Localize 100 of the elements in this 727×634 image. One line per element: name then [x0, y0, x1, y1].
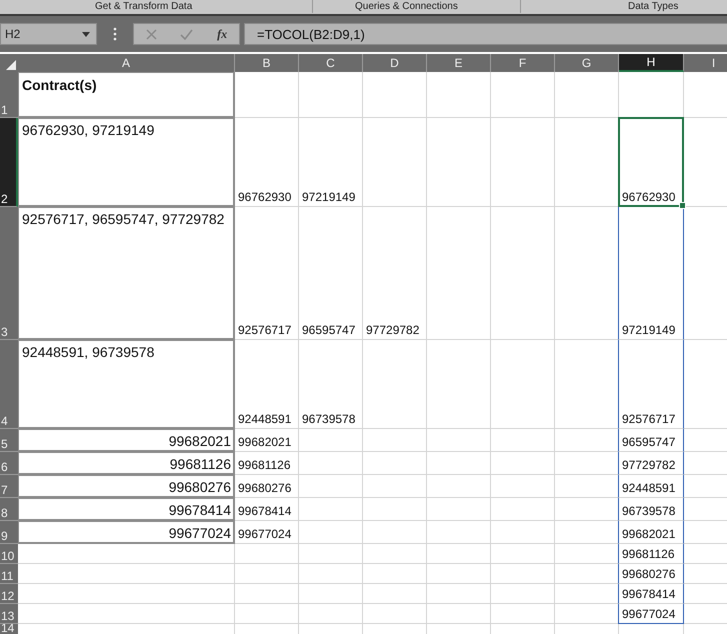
- select-all-icon[interactable]: [6, 60, 16, 70]
- table-cell: Contract(s): [18, 72, 235, 118]
- row-header[interactable]: 11: [0, 564, 18, 584]
- table-cell: 99682021: [235, 429, 299, 452]
- table-cell: 96595747: [618, 429, 684, 452]
- column-header[interactable]: B: [235, 54, 299, 72]
- column-header[interactable]: G: [555, 54, 619, 72]
- table-cell: 97729782: [618, 452, 684, 475]
- table-cell: [427, 564, 491, 584]
- table-cell: 92448591: [235, 340, 299, 429]
- row-header[interactable]: 13: [0, 604, 18, 624]
- ribbon-group-label: Queries & Connections: [355, 0, 458, 13]
- table-cell: [427, 475, 491, 498]
- table-cell: [427, 429, 491, 452]
- column-header[interactable]: I: [684, 54, 727, 72]
- table-cell: [299, 72, 363, 118]
- table-cell: 99680276: [18, 475, 235, 498]
- row-header[interactable]: 1: [0, 72, 18, 118]
- row-header[interactable]: 6: [0, 452, 18, 475]
- table-cell: [555, 72, 619, 118]
- table-cell: 96762930: [235, 118, 299, 207]
- table-cell: 99677024: [18, 521, 235, 544]
- table-cell: 99681126: [235, 452, 299, 475]
- row-header[interactable]: 8: [0, 498, 18, 521]
- column-header[interactable]: A: [18, 54, 235, 72]
- table-cell: [363, 72, 427, 118]
- row-header[interactable]: 9: [0, 521, 18, 544]
- table-cell: 96762930, 97219149: [18, 118, 235, 207]
- table-cell: [491, 72, 555, 118]
- row-header[interactable]: 4: [0, 340, 18, 429]
- table-cell: [299, 452, 363, 475]
- table-cell: [299, 521, 363, 544]
- insert-function-button[interactable]: fx: [217, 26, 228, 42]
- table-cell: 99682021: [618, 521, 684, 544]
- table-cell: [363, 498, 427, 521]
- table-cell: [491, 498, 555, 521]
- table-cell: [491, 429, 555, 452]
- table-cell: [491, 544, 555, 564]
- column-header[interactable]: D: [363, 54, 427, 72]
- row-header[interactable]: 2: [0, 118, 18, 207]
- table-cell: 99677024: [235, 521, 299, 544]
- table-cell: [427, 72, 491, 118]
- caret-icon[interactable]: [82, 32, 90, 36]
- column-header[interactable]: E: [427, 54, 491, 72]
- check-icon[interactable]: [180, 28, 194, 40]
- table-cell: 99682021: [18, 429, 235, 452]
- table-cell: [299, 498, 363, 521]
- row-header[interactable]: 12: [0, 584, 18, 604]
- table-cell: [235, 584, 299, 604]
- table-cell: 99680276: [235, 475, 299, 498]
- table-cell: [299, 544, 363, 564]
- table-cell: [363, 429, 427, 452]
- row-header[interactable]: 14: [0, 624, 18, 634]
- table-cell: 92576717, 96595747, 97729782: [18, 207, 235, 340]
- table-cell: [427, 498, 491, 521]
- table-cell: 99677024: [618, 604, 684, 624]
- table-cell: [299, 564, 363, 584]
- table-cell: 92576717: [235, 207, 299, 340]
- table-cell: 97219149: [299, 118, 363, 207]
- table-cell: [427, 584, 491, 604]
- table-cell: 99678414: [18, 498, 235, 521]
- table-cell: [299, 475, 363, 498]
- table-cell: [427, 544, 491, 564]
- table-cell: 92448591, 96739578: [18, 340, 235, 429]
- table-cell: [491, 452, 555, 475]
- row-header[interactable]: 10: [0, 544, 18, 564]
- table-cell: [491, 521, 555, 544]
- table-cell: [235, 564, 299, 584]
- table-cell: [235, 72, 299, 118]
- table-cell: [363, 475, 427, 498]
- table-cell: [491, 475, 555, 498]
- table-cell: [363, 584, 427, 604]
- row-header[interactable]: 5: [0, 429, 18, 452]
- formula-field[interactable]: =TOCOL(B2:D9,1): [244, 23, 727, 45]
- table-cell: [363, 452, 427, 475]
- table-cell: 99678414: [618, 584, 684, 604]
- column-header[interactable]: F: [491, 54, 555, 72]
- table-cell: 99681126: [618, 544, 684, 564]
- table-cell: 96595747: [299, 207, 363, 340]
- table-cell: [427, 452, 491, 475]
- name-box[interactable]: H2: [0, 23, 97, 45]
- table-cell: 92576717: [618, 340, 684, 429]
- table-cell: [427, 521, 491, 544]
- table-cell: [491, 564, 555, 584]
- table-cell: 99680276: [618, 564, 684, 584]
- table-cell: [235, 544, 299, 564]
- table-cell: 92448591: [618, 475, 684, 498]
- table-cell: 97729782: [363, 207, 427, 340]
- row-header[interactable]: 7: [0, 475, 18, 498]
- table-cell: [491, 584, 555, 604]
- table-cell: 97219149: [618, 207, 684, 340]
- table-cell: 96739578: [618, 498, 684, 521]
- column-header[interactable]: H: [619, 54, 684, 72]
- row-header[interactable]: 3: [0, 207, 18, 340]
- table-cell: 99681126: [18, 452, 235, 475]
- ribbon-group-label: Data Types: [628, 0, 678, 13]
- column-header[interactable]: C: [299, 54, 363, 72]
- table-cell: [299, 584, 363, 604]
- ribbon-group-label: Get & Transform Data: [95, 0, 192, 13]
- table-cell: 99678414: [235, 498, 299, 521]
